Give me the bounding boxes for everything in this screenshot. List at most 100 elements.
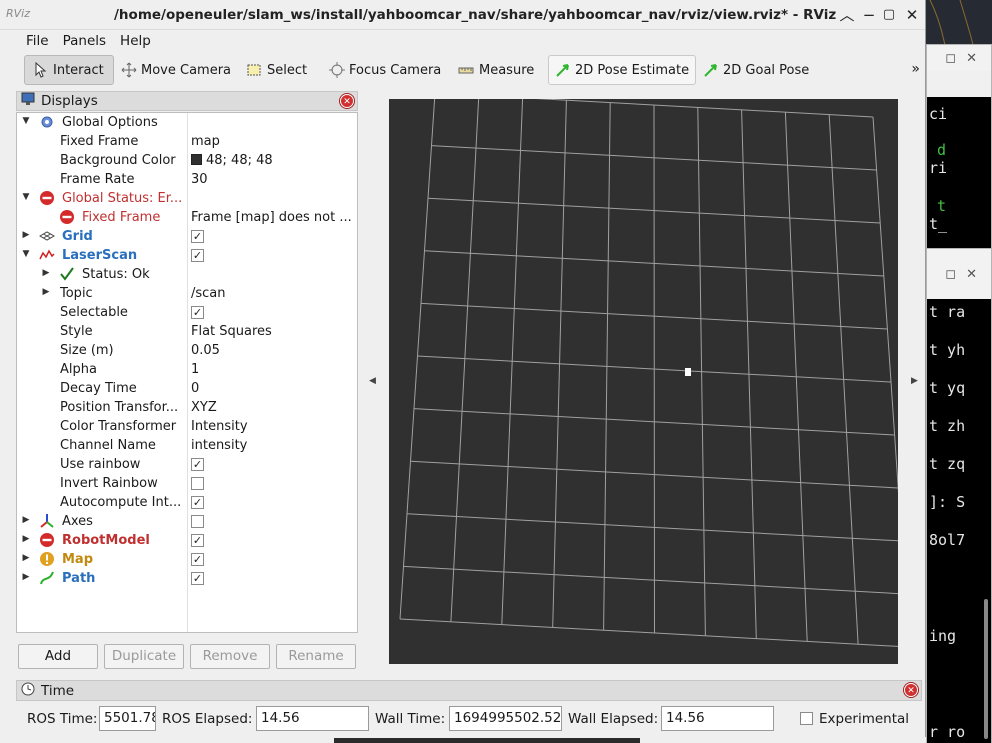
tree-row-color-transformer[interactable]: Color Transformer Intensity [17, 417, 357, 436]
row-value[interactable]: Flat Squares [191, 324, 272, 339]
checkbox-checked[interactable]: ✓ [191, 249, 204, 262]
maximize-icon[interactable]: ▢ [880, 6, 898, 24]
row-label: Style [60, 324, 93, 339]
tool-label: Measure [479, 62, 535, 78]
close-icon[interactable]: ✕ [904, 683, 918, 697]
tree-row-axes[interactable]: ▶ Axes [17, 512, 357, 531]
tool-2d-goal-pose[interactable]: 2D Goal Pose [696, 55, 814, 85]
tree-row-map[interactable]: ▶ Map ✓ [17, 550, 357, 569]
terminal-text-line: t yh [929, 341, 966, 359]
background-terminal-lower[interactable]: ◻ ✕ t ra t yh t yq t zh t zq ]: S 8ol7 i… [926, 248, 992, 743]
close-icon[interactable]: ✕ [966, 51, 977, 66]
wall-elapsed-field[interactable]: 14.56 [661, 706, 774, 731]
tree-row-decay-time[interactable]: Decay Time 0 [17, 379, 357, 398]
close-icon[interactable]: ✕ [340, 94, 354, 108]
tree-row-channel-name[interactable]: Channel Name intensity [17, 436, 357, 455]
remove-display-button[interactable]: Remove [190, 644, 270, 669]
restore-icon[interactable]: ◻ [945, 51, 956, 66]
menu-file[interactable]: File [26, 33, 49, 49]
ros-elapsed-field[interactable]: 14.56 [256, 706, 369, 731]
tree-row-background-color[interactable]: Background Color 48; 48; 48 [17, 151, 357, 170]
expand-arrow-icon[interactable]: ▼ [21, 192, 31, 204]
checkbox-checked[interactable]: ✓ [191, 534, 204, 547]
restore-icon[interactable]: ◻ [945, 267, 956, 282]
row-value[interactable]: Intensity [191, 419, 248, 434]
checkbox-unchecked[interactable] [191, 477, 204, 490]
rename-display-button[interactable]: Rename [276, 644, 356, 669]
checkbox-checked[interactable]: ✓ [191, 230, 204, 243]
toolbar-overflow-button[interactable]: » [911, 61, 920, 77]
menu-help[interactable]: Help [120, 33, 151, 49]
tree-row-frame-rate[interactable]: Frame Rate 30 [17, 170, 357, 189]
row-label: Global Options [62, 115, 158, 130]
tool-2d-pose-estimate[interactable]: 2D Pose Estimate [548, 55, 696, 85]
terminal-scrollbar[interactable] [984, 599, 988, 739]
tree-row-robotmodel[interactable]: ▶ RobotModel ✓ [17, 531, 357, 550]
tree-row-grid[interactable]: ▶ Grid ✓ [17, 227, 357, 246]
collapse-left-panel-icon[interactable]: ◀ [369, 376, 376, 386]
collapse-arrow-icon[interactable]: ▶ [41, 287, 51, 299]
collapse-right-panel-icon[interactable]: ▶ [911, 376, 918, 386]
checkbox-unchecked[interactable] [191, 515, 204, 528]
add-display-button[interactable]: Add [18, 644, 98, 669]
collapse-arrow-icon[interactable]: ▶ [21, 553, 31, 565]
background-terminal-upper[interactable]: ◻ ✕ ci d ri t t_ [926, 44, 992, 255]
tree-row-topic[interactable]: ▶ Topic /scan [17, 284, 357, 303]
menu-panels[interactable]: Panels [63, 33, 106, 49]
row-value[interactable]: 0.05 [191, 343, 220, 358]
row-value[interactable]: XYZ [191, 400, 217, 415]
checkbox-checked[interactable]: ✓ [191, 553, 204, 566]
tree-row-alpha[interactable]: Alpha 1 [17, 360, 357, 379]
tree-row-status-ok[interactable]: ▶ Status: Ok [17, 265, 357, 284]
tree-row-autocompute-intensity[interactable]: Autocompute Int... ✓ [17, 493, 357, 512]
row-value[interactable]: 30 [191, 172, 208, 187]
tool-label: Move Camera [141, 62, 232, 78]
wall-time-field[interactable]: 1694995502.52 [449, 706, 562, 731]
tree-row-invert-rainbow[interactable]: Invert Rainbow [17, 474, 357, 493]
expand-arrow-icon[interactable]: ▼ [21, 116, 31, 128]
tree-row-position-transformer[interactable]: Position Transfor... XYZ [17, 398, 357, 417]
tree-row-style[interactable]: Style Flat Squares [17, 322, 357, 341]
checkbox-checked[interactable]: ✓ [191, 496, 204, 509]
tree-row-fixed-frame-status[interactable]: Fixed Frame Frame [map] does not ... [17, 208, 357, 227]
tree-row-selectable[interactable]: Selectable ✓ [17, 303, 357, 322]
tool-measure[interactable]: Measure [450, 55, 544, 85]
collapse-arrow-icon[interactable]: ▶ [41, 268, 51, 280]
close-icon[interactable]: ✕ [966, 267, 977, 282]
tree-row-global-status[interactable]: ▼ Global Status: Er... [17, 189, 357, 208]
row-value[interactable]: 0 [191, 381, 199, 396]
collapse-arrow-icon[interactable]: ▶ [21, 572, 31, 584]
row-value[interactable]: intensity [191, 438, 247, 453]
minimize-icon[interactable]: ︿ [838, 6, 856, 24]
title-bar[interactable]: RViz /home/openeuler/slam_ws/install/yah… [0, 0, 925, 30]
tool-select[interactable]: Select [238, 55, 322, 85]
row-value[interactable]: map [191, 134, 220, 149]
checkbox-checked[interactable]: ✓ [191, 572, 204, 585]
expand-arrow-icon[interactable]: ▼ [21, 249, 31, 261]
checkbox-checked[interactable]: ✓ [191, 458, 204, 471]
minimize-window-icon[interactable]: − [860, 6, 878, 24]
row-value[interactable]: /scan [191, 286, 226, 301]
tree-row-laserscan[interactable]: ▼ LaserScan ✓ [17, 246, 357, 265]
tool-focus-camera[interactable]: Focus Camera [322, 55, 450, 85]
tool-interact[interactable]: Interact [24, 55, 114, 85]
row-label: Fixed Frame [60, 134, 139, 149]
tree-row-use-rainbow[interactable]: Use rainbow ✓ [17, 455, 357, 474]
color-value[interactable]: 48; 48; 48 [191, 153, 273, 168]
collapse-arrow-icon[interactable]: ▶ [21, 230, 31, 242]
tree-row-global-options[interactable]: ▼ Global Options [17, 113, 357, 132]
duplicate-display-button[interactable]: Duplicate [104, 644, 184, 669]
ros-time-field[interactable]: 5501.78 [99, 706, 156, 731]
close-icon[interactable]: ✕ [903, 6, 921, 24]
tree-row-fixed-frame[interactable]: Fixed Frame map [17, 132, 357, 151]
collapse-arrow-icon[interactable]: ▶ [21, 534, 31, 546]
tree-row-path[interactable]: ▶ Path ✓ [17, 569, 357, 588]
checkbox-checked[interactable]: ✓ [191, 306, 204, 319]
tool-label: 2D Pose Estimate [575, 62, 690, 78]
tree-row-size[interactable]: Size (m) 0.05 [17, 341, 357, 360]
row-value[interactable]: 1 [191, 362, 199, 377]
experimental-checkbox[interactable] [800, 712, 813, 725]
3d-render-viewport[interactable] [389, 99, 898, 664]
collapse-arrow-icon[interactable]: ▶ [21, 515, 31, 527]
tool-move-camera[interactable]: Move Camera [114, 55, 238, 85]
